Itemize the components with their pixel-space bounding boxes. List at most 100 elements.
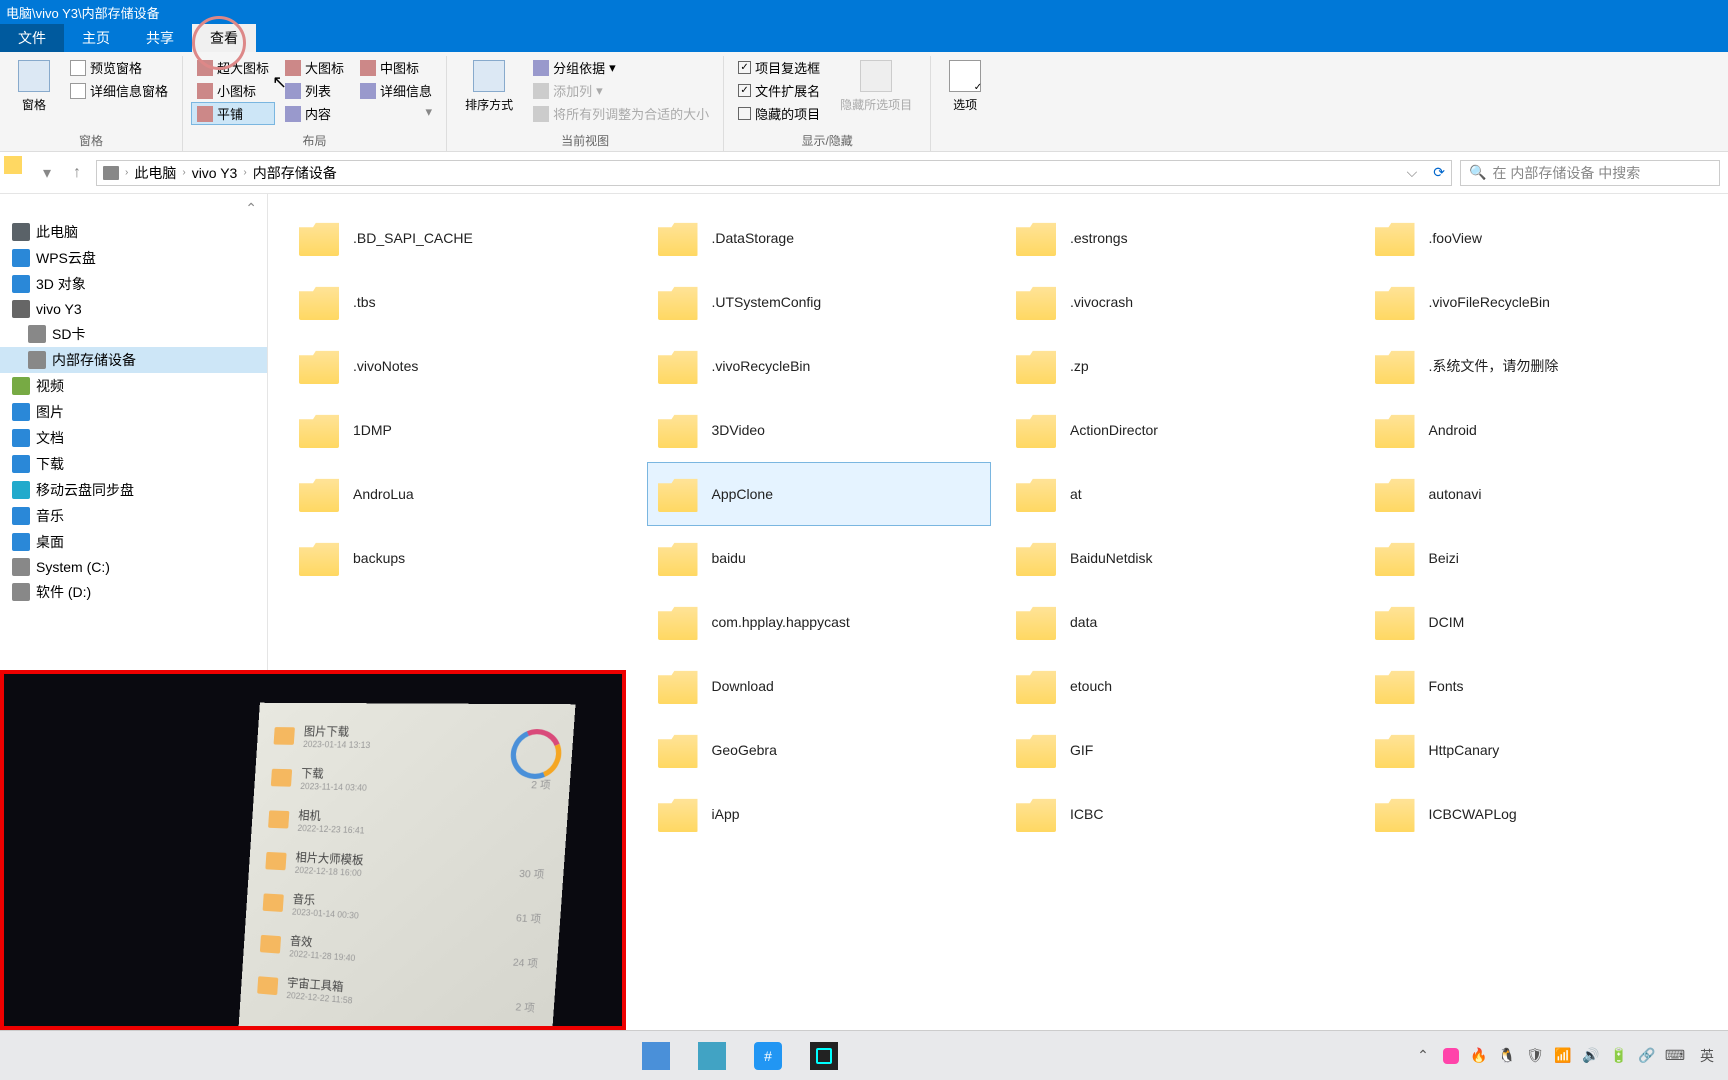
sidebar-item[interactable]: 文档	[0, 425, 267, 451]
folder-item[interactable]: .zp	[1005, 334, 1350, 398]
content-view[interactable]: 内容	[279, 102, 350, 125]
tray-link-icon[interactable]: 🔗	[1638, 1047, 1656, 1065]
tab-file[interactable]: 文件	[0, 24, 64, 52]
folder-item[interactable]: .UTSystemConfig	[647, 270, 992, 334]
hidden-items[interactable]: 隐藏的项目	[732, 102, 826, 125]
folder-item[interactable]: .vivocrash	[1005, 270, 1350, 334]
crumb-device[interactable]: vivo Y3	[192, 165, 238, 181]
search-input[interactable]: 🔍 在 内部存储设备 中搜索	[1460, 160, 1720, 186]
folder-item[interactable]: autonavi	[1364, 462, 1709, 526]
tray-battery-icon[interactable]: 🔋	[1610, 1047, 1628, 1065]
folder-item[interactable]: baidu	[647, 526, 992, 590]
folder-item[interactable]: DCIM	[1364, 590, 1709, 654]
taskbar-app-1[interactable]	[630, 1035, 682, 1077]
folder-item[interactable]: GIF	[1005, 718, 1350, 782]
sidebar-item[interactable]: 视频	[0, 373, 267, 399]
sidebar-item[interactable]: vivo Y3	[0, 297, 267, 321]
folder-item[interactable]: .BD_SAPI_CACHE	[288, 206, 633, 270]
tab-view[interactable]: 查看	[192, 24, 256, 52]
crumb-storage[interactable]: 内部存储设备	[253, 163, 337, 183]
address-dropdown[interactable]: ⌵	[1407, 164, 1418, 181]
sidebar-item[interactable]: System (C:)	[0, 555, 267, 579]
folder-item[interactable]: .DataStorage	[647, 206, 992, 270]
sidebar-item[interactable]: 桌面	[0, 529, 267, 555]
preview-pane-button[interactable]: 预览窗格	[64, 56, 174, 79]
tray-wifi-icon[interactable]: 📶	[1554, 1047, 1572, 1065]
folder-item[interactable]: com.hpplay.happycast	[647, 590, 992, 654]
folder-item[interactable]: GeoGebra	[647, 718, 992, 782]
tray-app-icon[interactable]	[1442, 1047, 1460, 1065]
sidebar-item[interactable]: 内部存储设备	[0, 347, 267, 373]
add-columns-button[interactable]: 添加列 ▾	[527, 79, 715, 102]
folder-item[interactable]: Download	[647, 654, 992, 718]
refresh-button[interactable]: ⟳	[1433, 164, 1445, 181]
folder-item[interactable]: at	[1005, 462, 1350, 526]
tray-keyboard-icon[interactable]: ⌨	[1666, 1047, 1684, 1065]
tray-flame-icon[interactable]: 🔥	[1470, 1047, 1488, 1065]
details-view[interactable]: 详细信息	[354, 79, 438, 102]
nav-pane-button[interactable]: 窗格	[8, 56, 60, 130]
address-bar[interactable]: › 此电脑 › vivo Y3 › 内部存储设备 ⌵ ⟳	[96, 160, 1452, 186]
tiles-view[interactable]: 平铺	[191, 102, 275, 125]
sidebar-item[interactable]: 音乐	[0, 503, 267, 529]
crumb-pc[interactable]: 此电脑	[134, 163, 176, 183]
sidebar-item[interactable]: 3D 对象	[0, 271, 267, 297]
folder-item[interactable]: .vivoRecycleBin	[647, 334, 992, 398]
folder-item[interactable]: 1DMP	[288, 398, 633, 462]
taskbar-app-2[interactable]	[686, 1035, 738, 1077]
list-view[interactable]: 列表	[279, 79, 350, 102]
hide-selected-button[interactable]: 隐藏所选项目	[830, 56, 922, 130]
nav-up[interactable]: ↑	[66, 162, 88, 184]
tray-shield-icon[interactable]: 🛡	[1526, 1047, 1544, 1065]
sidebar-item[interactable]: 此电脑	[0, 219, 267, 245]
folder-item[interactable]: HttpCanary	[1364, 718, 1709, 782]
taskbar-app-3[interactable]: #	[742, 1035, 794, 1077]
folder-item[interactable]: .系统文件，请勿删除	[1364, 334, 1709, 398]
sidebar-item[interactable]: 下载	[0, 451, 267, 477]
sidebar-item[interactable]: WPS云盘	[0, 245, 267, 271]
folder-item[interactable]: BaiduNetdisk	[1005, 526, 1350, 590]
folder-item[interactable]: iApp	[647, 782, 992, 846]
autofit-columns-button[interactable]: 将所有列调整为合适的大小	[527, 102, 715, 125]
sort-by-button[interactable]: 排序方式	[455, 56, 523, 130]
nav-back[interactable]: ▾	[36, 162, 58, 184]
folder-item[interactable]: Beizi	[1364, 526, 1709, 590]
folder-item[interactable]: Android	[1364, 398, 1709, 462]
pinned-folder-icon[interactable]	[4, 156, 22, 174]
folder-item[interactable]: 3DVideo	[647, 398, 992, 462]
taskbar-app-4[interactable]	[798, 1035, 850, 1077]
sidebar-item[interactable]: SD卡	[0, 321, 267, 347]
tray-volume-icon[interactable]: 🔊	[1582, 1047, 1600, 1065]
folder-item[interactable]: backups	[288, 526, 633, 590]
folder-item[interactable]: Fonts	[1364, 654, 1709, 718]
tray-chevron-up-icon[interactable]: ⌃	[1414, 1047, 1432, 1065]
layout-dropdown[interactable]: ▾	[354, 102, 438, 122]
file-extensions[interactable]: ✓文件扩展名	[732, 79, 826, 102]
medium-icons[interactable]: 中图标	[354, 56, 438, 79]
folder-item[interactable]: .fooView	[1364, 206, 1709, 270]
ime-indicator[interactable]: 英	[1694, 1046, 1720, 1066]
folder-item[interactable]: .estrongs	[1005, 206, 1350, 270]
small-icons[interactable]: 小图标	[191, 79, 275, 102]
sidebar-item[interactable]: 图片	[0, 399, 267, 425]
tab-share[interactable]: 共享	[128, 24, 192, 52]
tab-home[interactable]: 主页	[64, 24, 128, 52]
details-pane-button[interactable]: 详细信息窗格	[64, 79, 174, 102]
folder-item[interactable]: .tbs	[288, 270, 633, 334]
collapse-icon[interactable]: ⌃	[245, 200, 257, 217]
folder-item[interactable]: .vivoFileRecycleBin	[1364, 270, 1709, 334]
options-button[interactable]: ✓ 选项	[939, 56, 991, 133]
sidebar-item[interactable]: 移动云盘同步盘	[0, 477, 267, 503]
folder-item[interactable]: ICBCWAPLog	[1364, 782, 1709, 846]
folder-item[interactable]: AppClone	[647, 462, 992, 526]
folder-item[interactable]: data	[1005, 590, 1350, 654]
tray-qq-icon[interactable]: 🐧	[1498, 1047, 1516, 1065]
sidebar-item[interactable]: 软件 (D:)	[0, 579, 267, 605]
folder-item[interactable]: etouch	[1005, 654, 1350, 718]
group-by-button[interactable]: 分组依据 ▾	[527, 56, 715, 79]
folder-item[interactable]: AndroLua	[288, 462, 633, 526]
large-icons[interactable]: 大图标	[279, 56, 350, 79]
folder-item[interactable]: ICBC	[1005, 782, 1350, 846]
extra-large-icons[interactable]: 超大图标	[191, 56, 275, 79]
folder-item[interactable]: .vivoNotes	[288, 334, 633, 398]
